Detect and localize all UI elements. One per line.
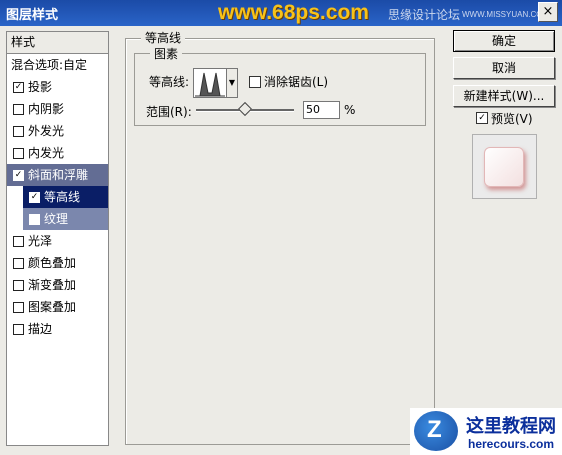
style-item-drop-shadow[interactable]: ✓ 投影 xyxy=(7,76,108,98)
stroke-checkbox[interactable] xyxy=(13,324,24,335)
style-item-inner-glow[interactable]: 内发光 xyxy=(7,142,108,164)
range-label: 范围(R): xyxy=(146,105,192,119)
watermark-url: WWW.MISSYUAN.COM xyxy=(462,10,550,19)
satin-label: 光泽 xyxy=(28,234,53,248)
texture-checkbox[interactable] xyxy=(29,214,40,225)
bevel-emboss-label: 斜面和浮雕 xyxy=(28,168,89,182)
style-item-outer-glow[interactable]: 外发光 xyxy=(7,120,108,142)
contour-label: 等高线 xyxy=(44,190,81,204)
style-item-satin[interactable]: 光泽 xyxy=(7,230,108,252)
logo-title: 这里教程网 xyxy=(466,416,556,437)
range-unit: % xyxy=(344,103,356,117)
style-item-pattern-overlay[interactable]: 图案叠加 xyxy=(7,296,108,318)
watermark-text: 思缘设计论坛 xyxy=(388,8,461,22)
style-item-bevel-emboss[interactable]: ✓ 斜面和浮雕 xyxy=(7,164,108,186)
preview-checkbox[interactable]: ✓ xyxy=(476,112,488,124)
style-item-color-overlay[interactable]: 颜色叠加 xyxy=(7,252,108,274)
style-item-texture[interactable]: 纹理 xyxy=(23,208,108,230)
contour-picker[interactable] xyxy=(193,68,227,98)
close-button[interactable]: × xyxy=(538,2,558,22)
texture-label: 纹理 xyxy=(44,212,69,226)
site-logo: Z 这里教程网 herecours.com xyxy=(410,408,562,455)
pattern-overlay-checkbox[interactable] xyxy=(13,302,24,313)
inner-glow-checkbox[interactable] xyxy=(13,148,24,159)
title-bar: 图层样式 www.68ps.com 思缘设计论坛 WWW.MISSYUAN.CO… xyxy=(0,0,562,26)
section-title: 等高线 xyxy=(141,29,186,46)
drop-shadow-checkbox[interactable]: ✓ xyxy=(13,82,24,93)
blend-options-item[interactable]: 混合选项:自定 xyxy=(7,54,108,76)
window-title: 图层样式 xyxy=(6,8,59,23)
preview-label: 预览(V) xyxy=(491,112,533,126)
style-item-gradient-overlay[interactable]: 渐变叠加 xyxy=(7,274,108,296)
style-item-inner-shadow[interactable]: 内阴影 xyxy=(7,98,108,120)
ok-button[interactable]: 确定 xyxy=(453,30,555,52)
contour-curve-icon xyxy=(195,72,225,97)
bevel-emboss-checkbox[interactable]: ✓ xyxy=(13,170,24,181)
color-overlay-label: 颜色叠加 xyxy=(28,256,77,270)
group-title: 图素 xyxy=(150,45,183,62)
style-item-stroke[interactable]: 描边 xyxy=(7,318,108,340)
logo-mark: Z xyxy=(427,416,442,443)
gradient-overlay-checkbox[interactable] xyxy=(13,280,24,291)
style-item-contour[interactable]: ✓ 等高线 xyxy=(23,186,108,208)
contour-field-label: 等高线: xyxy=(149,75,190,89)
color-overlay-checkbox[interactable] xyxy=(13,258,24,269)
range-input[interactable]: 50 xyxy=(303,101,340,119)
satin-checkbox[interactable] xyxy=(13,236,24,247)
pattern-overlay-label: 图案叠加 xyxy=(28,300,77,314)
watermark-site: www.68ps.com xyxy=(218,1,369,24)
logo-subtitle: herecours.com xyxy=(468,437,555,451)
preview-swatch xyxy=(484,147,524,187)
drop-shadow-label: 投影 xyxy=(28,80,53,94)
style-list-panel: 样式 混合选项:自定 ✓ 投影 内阴影 外发光 内发光 ✓ 斜面和浮雕 ✓ 等高… xyxy=(6,31,109,446)
new-style-button[interactable]: 新建样式(W)... xyxy=(453,85,555,107)
blend-options-label: 混合选项:自定 xyxy=(11,58,88,72)
contour-checkbox[interactable]: ✓ xyxy=(29,192,40,203)
outer-glow-checkbox[interactable] xyxy=(13,126,24,137)
outer-glow-label: 外发光 xyxy=(28,124,65,138)
antialias-label: 消除锯齿(L) xyxy=(264,75,329,89)
stroke-label: 描边 xyxy=(28,322,53,336)
styles-header[interactable]: 样式 xyxy=(7,32,108,54)
inner-shadow-checkbox[interactable] xyxy=(13,104,24,115)
inner-shadow-label: 内阴影 xyxy=(28,102,65,116)
gradient-overlay-label: 渐变叠加 xyxy=(28,278,77,292)
inner-glow-label: 内发光 xyxy=(28,146,65,160)
chevron-down-icon[interactable]: ▼ xyxy=(226,68,238,98)
cancel-button[interactable]: 取消 xyxy=(453,57,555,79)
antialias-checkbox[interactable] xyxy=(249,76,261,88)
